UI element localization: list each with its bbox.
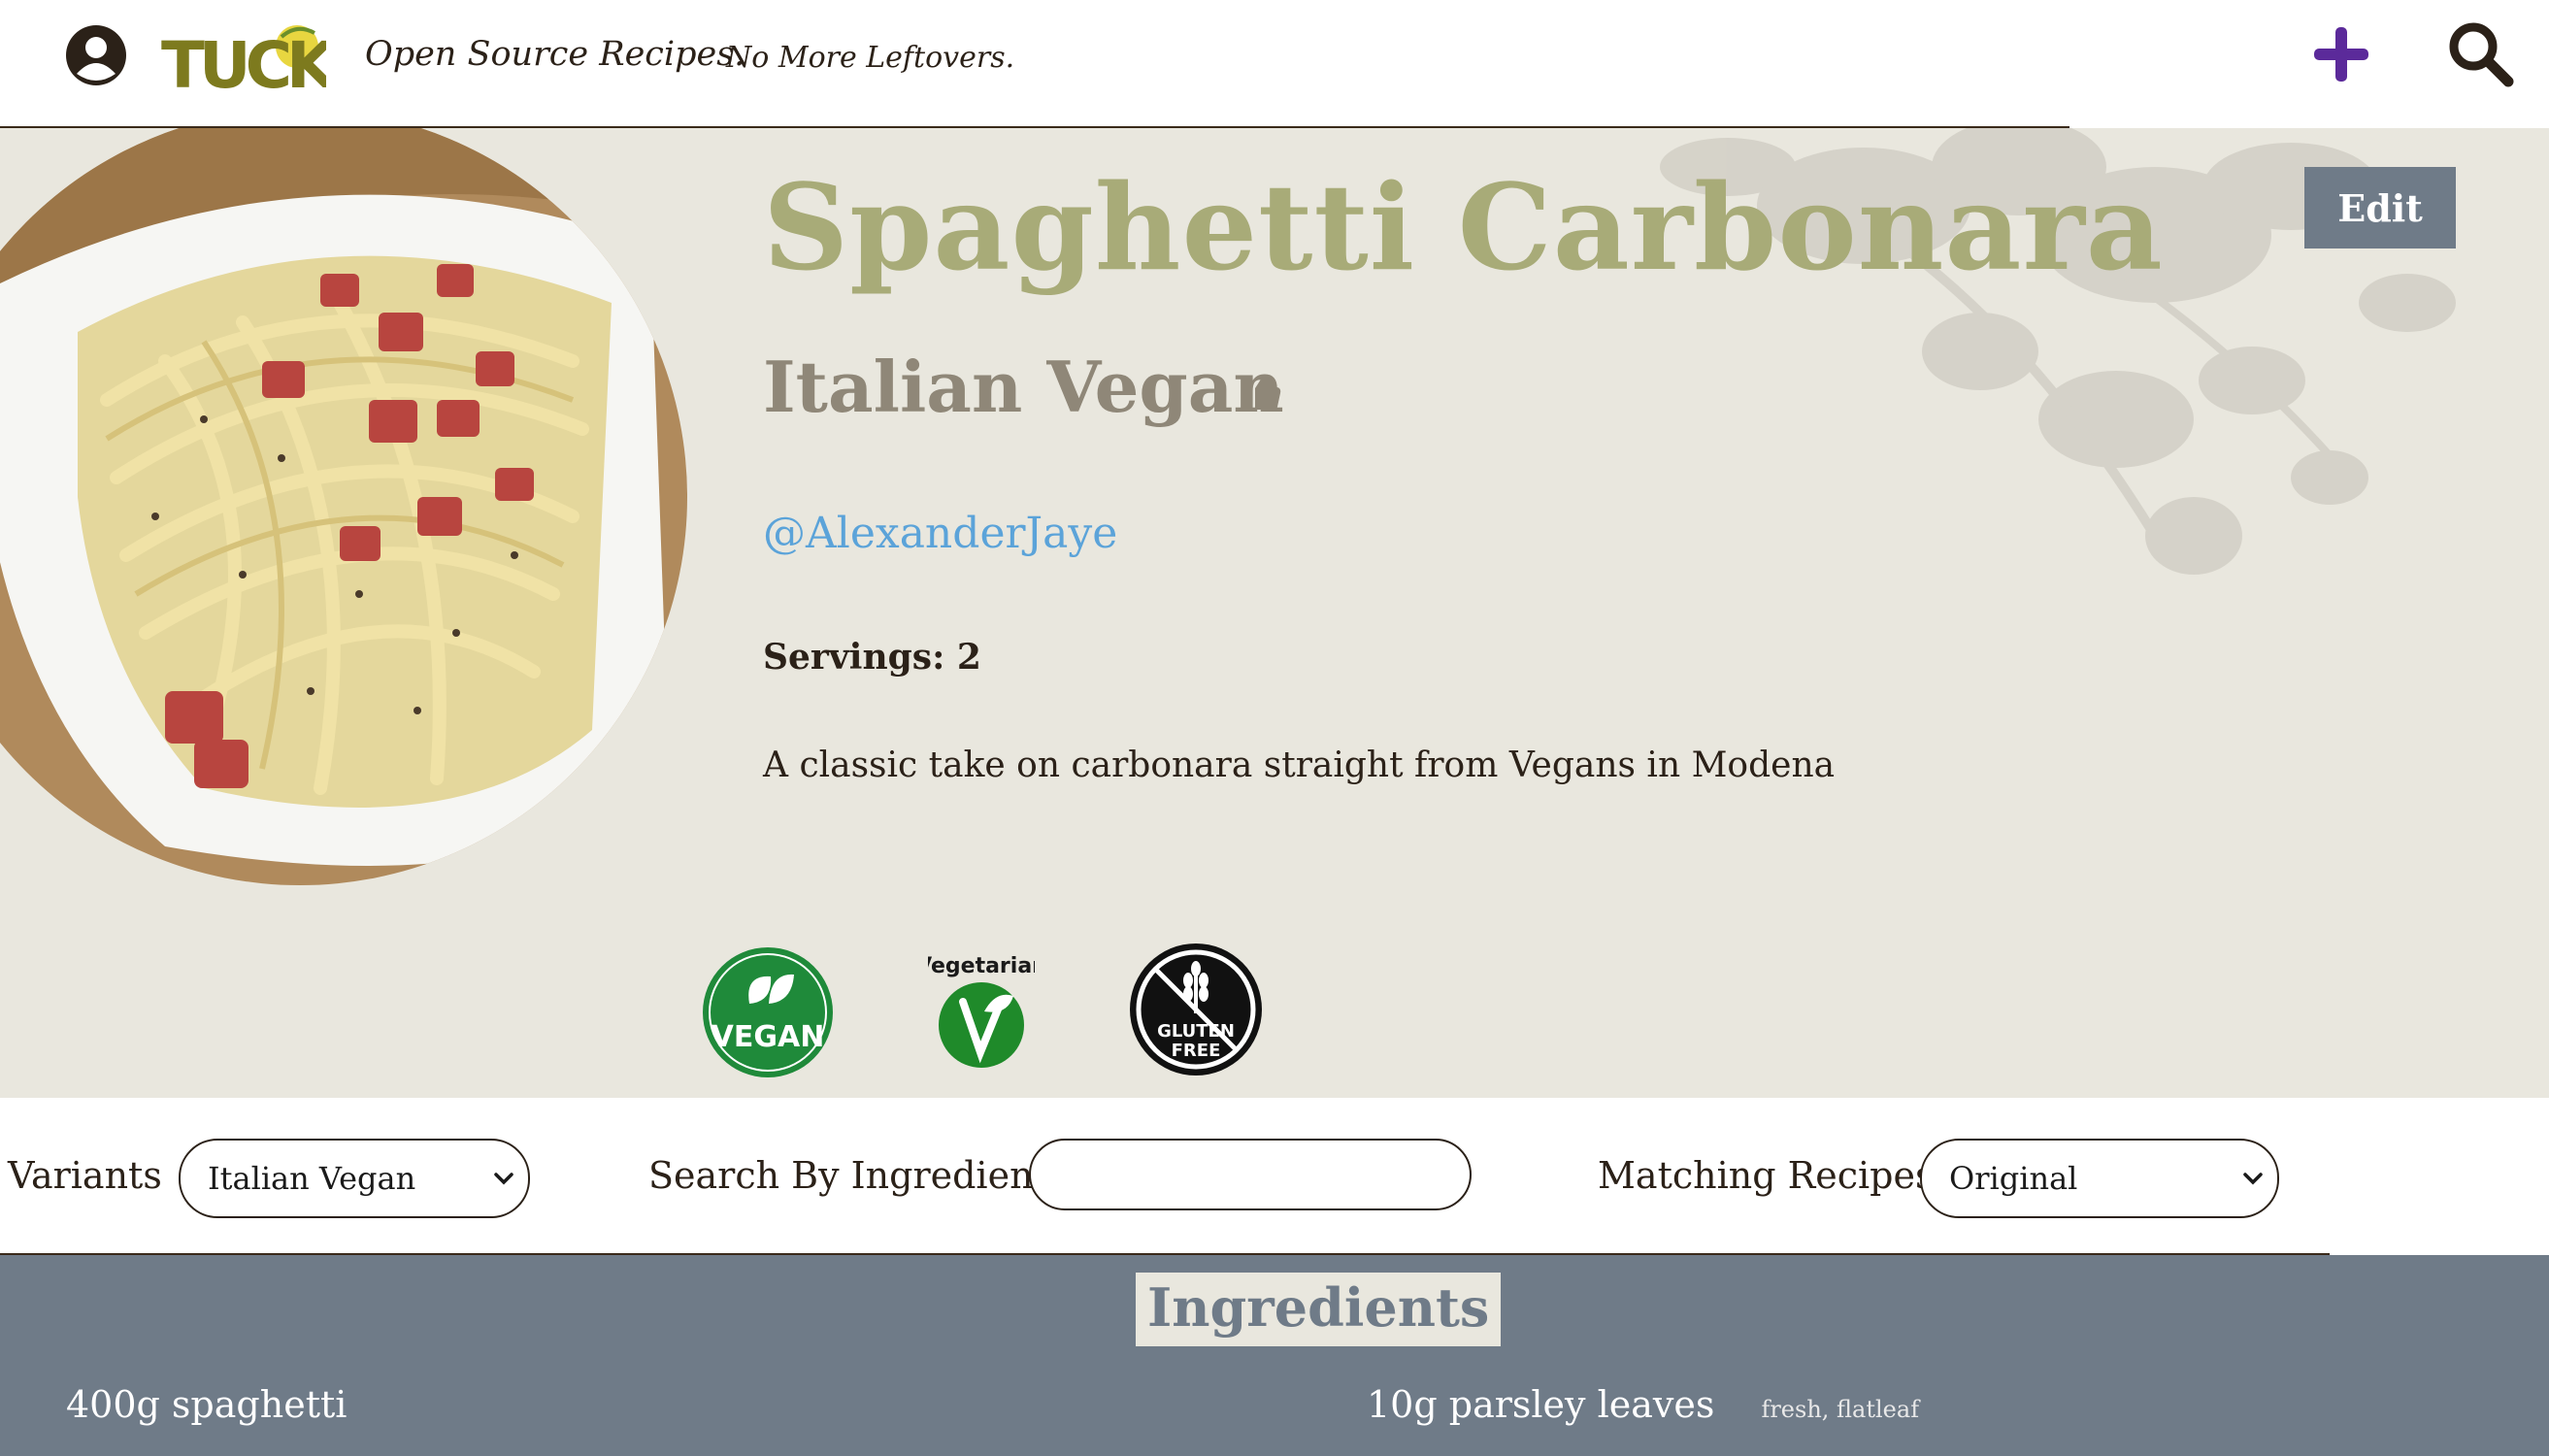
recipe-variant-name: Italian Vegan <box>763 346 1284 428</box>
ingredient-text: 10g parsley leaves <box>1367 1383 1715 1426</box>
matching-selected-value: Original <box>1949 1160 2078 1197</box>
matching-recipes-label: Matching Recipes <box>1598 1154 1935 1197</box>
vegan-badge-text: VEGAN <box>712 1020 825 1054</box>
vegan-badge-icon: VEGAN <box>703 947 833 1077</box>
edit-button[interactable]: Edit <box>2304 167 2456 248</box>
variants-select[interactable]: Italian Vegan <box>179 1139 530 1218</box>
tagline-primary: Open Source Recipes. <box>365 35 745 74</box>
ingredient-search-input[interactable] <box>1029 1139 1472 1210</box>
matching-recipes-select[interactable]: Original <box>1920 1139 2279 1218</box>
gluten-free-badge-line2: FREE <box>1172 1041 1221 1061</box>
chevron-down-icon <box>2243 1173 2263 1185</box>
gluten-free-badge-line1: GLUTEN <box>1157 1021 1235 1042</box>
recipe-title: Spaghetti Carbonara <box>763 157 2164 297</box>
thumbs-up-icon[interactable] <box>1242 371 1283 412</box>
filter-bar: Variants Italian Vegan Search By Ingredi… <box>0 1098 2549 1255</box>
logo-text: TUCK <box>161 28 326 95</box>
ingredient-item: 10g parsley leaves fresh, flatleaf <box>1367 1383 1919 1426</box>
chevron-down-icon <box>494 1173 513 1185</box>
recipe-photo <box>0 128 687 885</box>
ingredients-heading: Ingredients <box>1136 1273 1502 1346</box>
vegetarian-badge-icon: Vegetarian <box>928 954 1035 1068</box>
search-icon[interactable] <box>2446 19 2514 87</box>
author-link[interactable]: @AlexanderJaye <box>763 509 1117 558</box>
gluten-free-badge-icon: GLUTEN FREE <box>1130 943 1262 1075</box>
search-by-ingredient-label: Search By Ingredient <box>648 1154 1048 1197</box>
servings-value: 2 <box>956 637 981 678</box>
variants-selected-value: Italian Vegan <box>208 1160 416 1197</box>
user-account-icon[interactable] <box>64 23 128 87</box>
ingredient-item: 400g spaghetti <box>66 1383 347 1426</box>
add-recipe-icon[interactable] <box>2310 23 2372 85</box>
ingredient-note: fresh, flatleaf <box>1761 1396 1920 1423</box>
ingredients-section: Ingredients 400g spaghetti 10g parsley l… <box>0 1255 2549 1456</box>
tagline-secondary: No More Leftovers. <box>726 41 1015 75</box>
servings: Servings: 2 <box>763 637 981 678</box>
recipe-hero: Spaghetti Carbonara Italian Vegan @Alexa… <box>0 128 2549 1098</box>
recipe-description: A classic take on carbonara straight fro… <box>763 745 1836 785</box>
servings-label: Servings: <box>763 637 945 678</box>
vegetarian-badge-text: Vegetarian <box>928 954 1035 978</box>
tuck-logo[interactable]: TUCK <box>161 19 326 95</box>
top-nav: TUCK Open Source Recipes. No More Leftov… <box>0 0 2549 126</box>
ingredient-text: 400g spaghetti <box>66 1383 348 1426</box>
variants-label: Variants <box>8 1154 162 1197</box>
